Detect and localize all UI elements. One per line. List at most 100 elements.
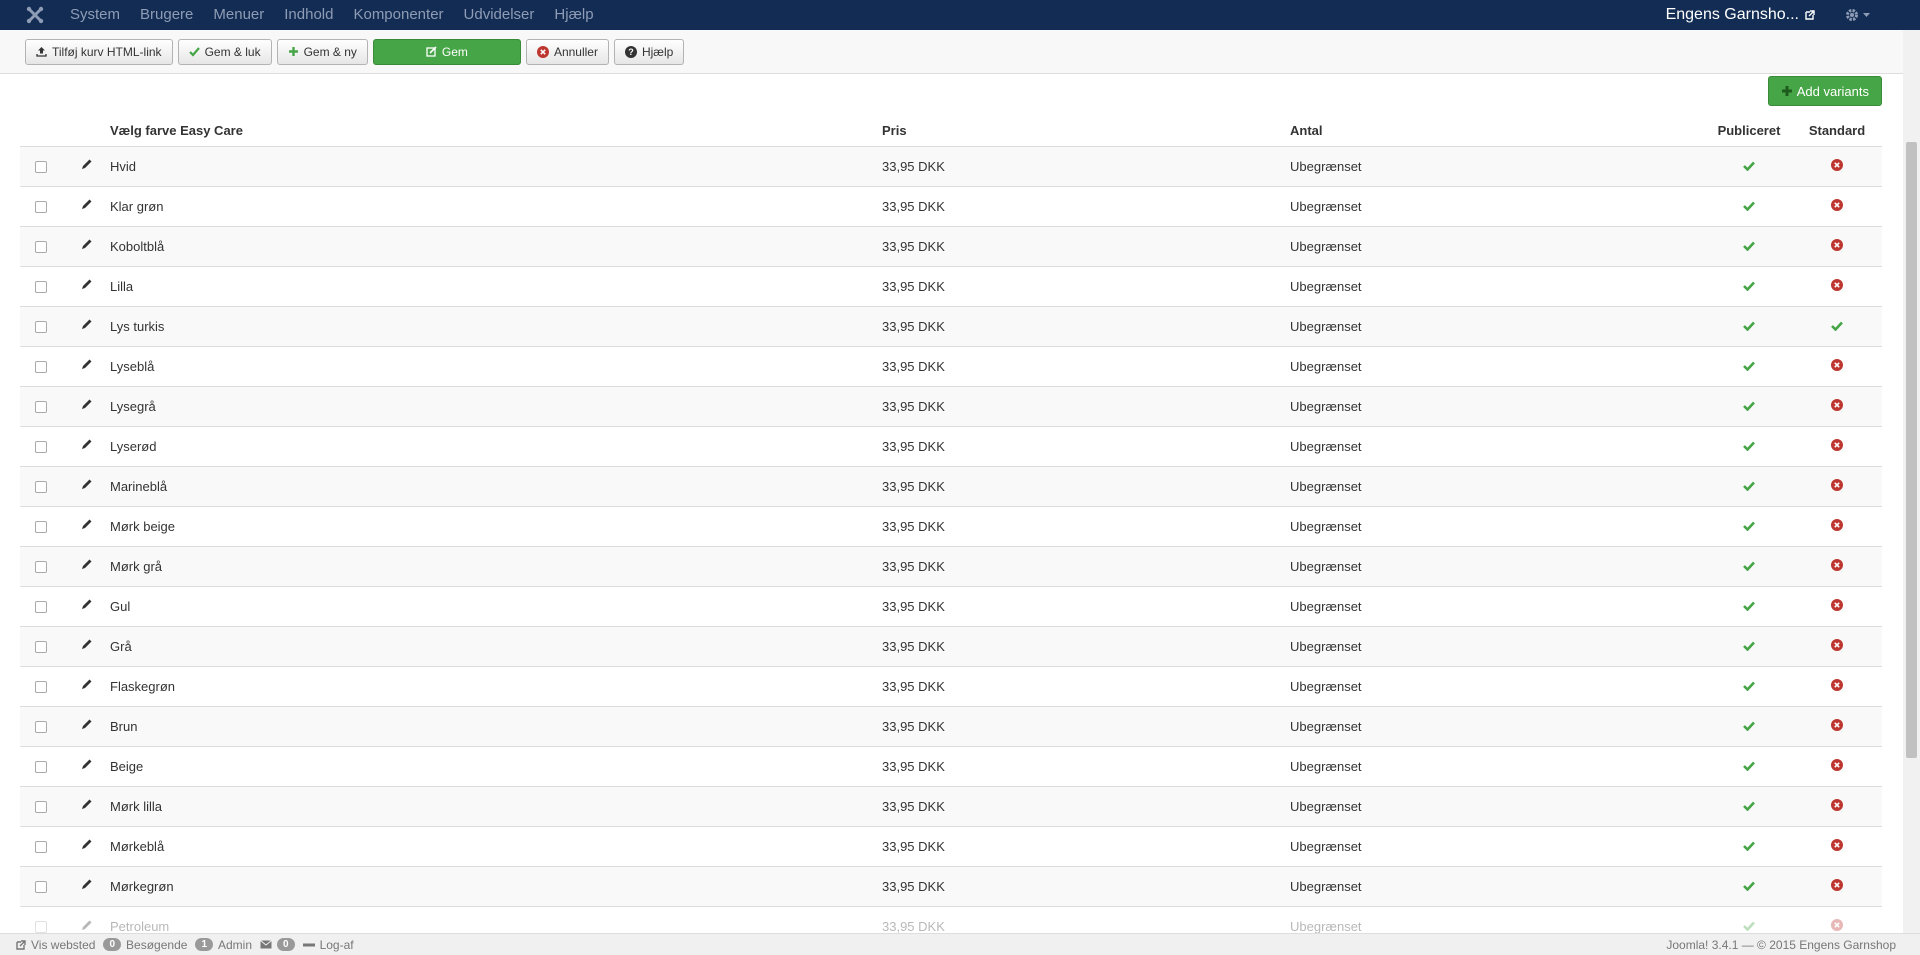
- published-check-icon[interactable]: [1743, 679, 1755, 694]
- row-checkbox[interactable]: [35, 641, 47, 654]
- row-checkbox[interactable]: [35, 441, 47, 454]
- help-button[interactable]: ? Hjælp: [613, 38, 685, 65]
- pencil-icon[interactable]: [80, 518, 93, 534]
- row-checkbox[interactable]: [35, 601, 47, 614]
- published-check-icon[interactable]: [1743, 159, 1755, 174]
- not-default-cross-icon[interactable]: [1831, 839, 1843, 854]
- visitors-link[interactable]: 0 Besøgende: [103, 938, 187, 952]
- not-default-cross-icon[interactable]: [1831, 719, 1843, 734]
- published-check-icon[interactable]: [1743, 879, 1755, 894]
- save-new-button[interactable]: Gem & ny: [276, 38, 368, 65]
- add-cart-link-button[interactable]: Tilføj kurv HTML-link: [25, 38, 173, 65]
- not-default-cross-icon[interactable]: [1831, 439, 1843, 454]
- joomla-logo-icon[interactable]: [20, 0, 50, 30]
- pencil-icon[interactable]: [80, 278, 93, 294]
- row-checkbox[interactable]: [35, 761, 47, 774]
- published-check-icon[interactable]: [1743, 839, 1755, 854]
- pencil-icon[interactable]: [80, 198, 93, 214]
- pencil-icon[interactable]: [80, 638, 93, 654]
- row-checkbox[interactable]: [35, 321, 47, 334]
- row-checkbox[interactable]: [35, 401, 47, 414]
- cancel-button[interactable]: Annuller: [525, 38, 609, 65]
- published-check-icon[interactable]: [1743, 479, 1755, 494]
- menu-item-users[interactable]: Brugere: [130, 0, 203, 30]
- published-check-icon[interactable]: [1743, 239, 1755, 254]
- not-default-cross-icon[interactable]: [1831, 599, 1843, 614]
- not-default-cross-icon[interactable]: [1831, 359, 1843, 374]
- not-default-cross-icon[interactable]: [1831, 559, 1843, 574]
- row-checkbox[interactable]: [35, 281, 47, 294]
- pencil-icon[interactable]: [80, 158, 93, 174]
- pencil-icon[interactable]: [80, 318, 93, 334]
- row-checkbox[interactable]: [35, 241, 47, 254]
- published-check-icon[interactable]: [1743, 599, 1755, 614]
- row-checkbox[interactable]: [35, 561, 47, 574]
- not-default-cross-icon[interactable]: [1831, 879, 1843, 894]
- row-checkbox[interactable]: [35, 481, 47, 494]
- not-default-cross-icon[interactable]: [1831, 679, 1843, 694]
- not-default-cross-icon[interactable]: [1831, 159, 1843, 174]
- published-check-icon[interactable]: [1743, 439, 1755, 454]
- published-check-icon[interactable]: [1743, 359, 1755, 374]
- published-check-icon[interactable]: [1743, 759, 1755, 774]
- pencil-icon[interactable]: [80, 838, 93, 854]
- admin-link[interactable]: 1 Admin: [195, 938, 252, 952]
- not-default-cross-icon[interactable]: [1831, 799, 1843, 814]
- row-checkbox[interactable]: [35, 841, 47, 854]
- add-variants-button[interactable]: Add variants: [1767, 76, 1882, 106]
- logout-link[interactable]: Log-af: [302, 938, 354, 952]
- pencil-icon[interactable]: [80, 558, 93, 574]
- save-button[interactable]: Gem: [372, 38, 521, 65]
- settings-dropdown[interactable]: [1845, 8, 1870, 22]
- not-default-cross-icon[interactable]: [1831, 279, 1843, 294]
- menu-item-extensions[interactable]: Udvidelser: [454, 0, 545, 30]
- menu-item-menus[interactable]: Menuer: [203, 0, 274, 30]
- pencil-icon[interactable]: [80, 398, 93, 414]
- published-check-icon[interactable]: [1743, 719, 1755, 734]
- row-checkbox[interactable]: [35, 721, 47, 734]
- pencil-icon[interactable]: [80, 358, 93, 374]
- pencil-icon[interactable]: [80, 678, 93, 694]
- pencil-icon[interactable]: [80, 598, 93, 614]
- row-checkbox[interactable]: [35, 881, 47, 894]
- row-checkbox[interactable]: [35, 801, 47, 814]
- row-checkbox[interactable]: [35, 361, 47, 374]
- pencil-icon[interactable]: [80, 718, 93, 734]
- page-scrollbar[interactable]: [1903, 30, 1920, 933]
- row-checkbox[interactable]: [35, 921, 47, 934]
- pencil-icon[interactable]: [80, 238, 93, 254]
- not-default-cross-icon[interactable]: [1831, 519, 1843, 534]
- row-checkbox[interactable]: [35, 161, 47, 174]
- not-default-cross-icon[interactable]: [1831, 399, 1843, 414]
- menu-item-components[interactable]: Komponenter: [343, 0, 453, 30]
- published-check-icon[interactable]: [1743, 559, 1755, 574]
- published-check-icon[interactable]: [1743, 399, 1755, 414]
- not-default-cross-icon[interactable]: [1831, 639, 1843, 654]
- published-check-icon[interactable]: [1743, 319, 1755, 334]
- row-checkbox[interactable]: [35, 681, 47, 694]
- published-check-icon[interactable]: [1743, 279, 1755, 294]
- not-default-cross-icon[interactable]: [1831, 759, 1843, 774]
- menu-item-help[interactable]: Hjælp: [544, 0, 603, 30]
- scrollbar-thumb[interactable]: [1906, 142, 1917, 758]
- view-site-link[interactable]: Vis websted: [16, 938, 95, 952]
- published-check-icon[interactable]: [1743, 639, 1755, 654]
- published-check-icon[interactable]: [1743, 799, 1755, 814]
- default-check-icon[interactable]: [1831, 319, 1843, 334]
- pencil-icon[interactable]: [80, 758, 93, 774]
- pencil-icon[interactable]: [80, 798, 93, 814]
- pencil-icon[interactable]: [80, 478, 93, 494]
- row-checkbox[interactable]: [35, 201, 47, 214]
- site-link[interactable]: Engens Garnsho...: [1666, 6, 1815, 24]
- not-default-cross-icon[interactable]: [1831, 479, 1843, 494]
- not-default-cross-icon[interactable]: [1831, 239, 1843, 254]
- pencil-icon[interactable]: [80, 878, 93, 894]
- save-close-button[interactable]: Gem & luk: [177, 38, 272, 65]
- published-check-icon[interactable]: [1743, 519, 1755, 534]
- published-check-icon[interactable]: [1743, 199, 1755, 214]
- pencil-icon[interactable]: [80, 438, 93, 454]
- menu-item-content[interactable]: Indhold: [274, 0, 343, 30]
- menu-item-system[interactable]: System: [60, 0, 130, 30]
- not-default-cross-icon[interactable]: [1831, 199, 1843, 214]
- row-checkbox[interactable]: [35, 521, 47, 534]
